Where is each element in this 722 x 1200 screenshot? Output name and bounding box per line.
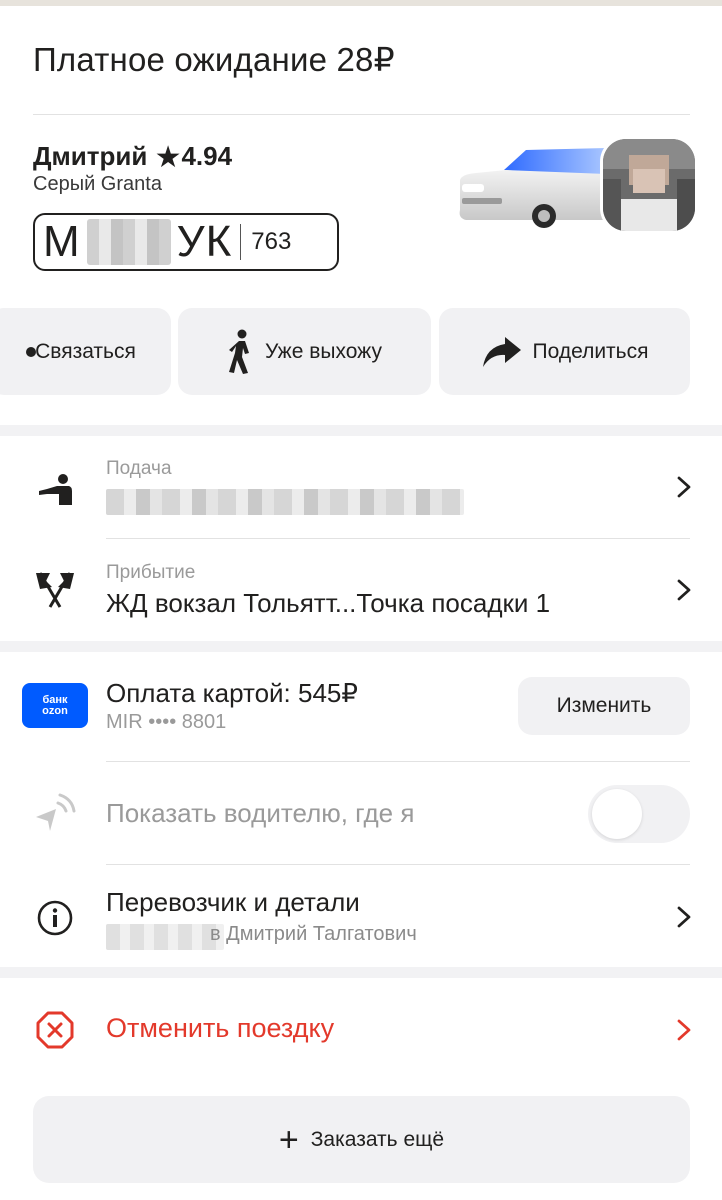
plate-digits-blurred [86, 219, 171, 265]
car-image [459, 148, 606, 228]
contact-button[interactable]: Связаться [0, 308, 171, 395]
plate-first-letter: М [43, 217, 81, 266]
driver-name: Дмитрий [33, 141, 148, 171]
show-location-label: Показать водителю, где я [106, 798, 415, 828]
map-edge-strip [0, 0, 722, 6]
payment-title: Оплата картой: 545₽ [106, 678, 358, 708]
action-buttons-row: Связаться Уже выхожу Поделиться [0, 308, 722, 395]
page-title: Платное ожидание 28₽ [33, 41, 395, 78]
change-payment-button[interactable]: Изменить [518, 677, 690, 735]
avatar-photo-blurred [603, 139, 695, 231]
chevron-right-icon [677, 476, 691, 498]
toggle-knob [592, 789, 642, 839]
plate-separator [240, 224, 242, 260]
carrier-name-blurred [106, 924, 224, 950]
payment-card: MIR •••• 8801 [106, 711, 227, 733]
show-location-toggle[interactable] [588, 785, 690, 843]
pointing-person-icon [31, 466, 79, 514]
coming-out-button-label: Уже выхожу [265, 339, 382, 363]
divider [106, 864, 690, 865]
cancel-ride-label: Отменить поездку [106, 1013, 335, 1043]
order-more-label: Заказать ещё [310, 1127, 445, 1151]
info-icon [31, 894, 79, 942]
chevron-right-icon [677, 906, 691, 928]
car-description: Серый Granta [33, 173, 162, 195]
cancel-octagon-icon [31, 1006, 79, 1054]
driver-name-rating: Дмитрий ★4.94 [33, 140, 232, 175]
destination-address: ЖД вокзал Тольятт...Точка посадки 1 [106, 588, 551, 618]
order-more-button[interactable]: + Заказать ещё [33, 1096, 690, 1183]
star-icon: ★ [154, 141, 182, 174]
pickup-address-blurred [106, 489, 464, 515]
plate-region: 763 [251, 228, 292, 255]
share-arrow-icon [481, 335, 523, 369]
carrier-name: в Дмитрий Талгатович [210, 923, 417, 945]
section-separator [0, 641, 722, 652]
finish-flags-icon [31, 565, 79, 613]
chevron-right-icon [677, 579, 691, 601]
divider [106, 538, 690, 539]
share-button-label: Поделиться [532, 339, 649, 363]
destination-label: Прибытие [106, 562, 196, 583]
bank-logo-line2: ozon [42, 704, 68, 717]
contact-button-label: Связаться [35, 339, 136, 363]
chevron-right-icon [677, 1019, 691, 1041]
divider [33, 114, 690, 115]
plate-letters: УК [176, 217, 233, 266]
share-button[interactable]: Поделиться [439, 308, 690, 395]
bank-ozon-logo: банк ozon [22, 683, 88, 728]
driver-rating: 4.94 [181, 141, 233, 171]
license-plate: М УК 763 [33, 213, 339, 271]
section-separator [0, 425, 722, 436]
driver-avatar[interactable] [600, 136, 698, 234]
location-signal-icon [31, 790, 79, 838]
carrier-title: Перевозчик и детали [106, 887, 360, 917]
coming-out-button[interactable]: Уже выхожу [178, 308, 431, 395]
section-separator [0, 967, 722, 978]
plus-icon: + [278, 1120, 299, 1159]
bank-logo-line1: банк [42, 693, 68, 706]
pickup-label: Подача [106, 458, 172, 479]
walking-person-icon [227, 329, 255, 375]
divider [106, 761, 690, 762]
